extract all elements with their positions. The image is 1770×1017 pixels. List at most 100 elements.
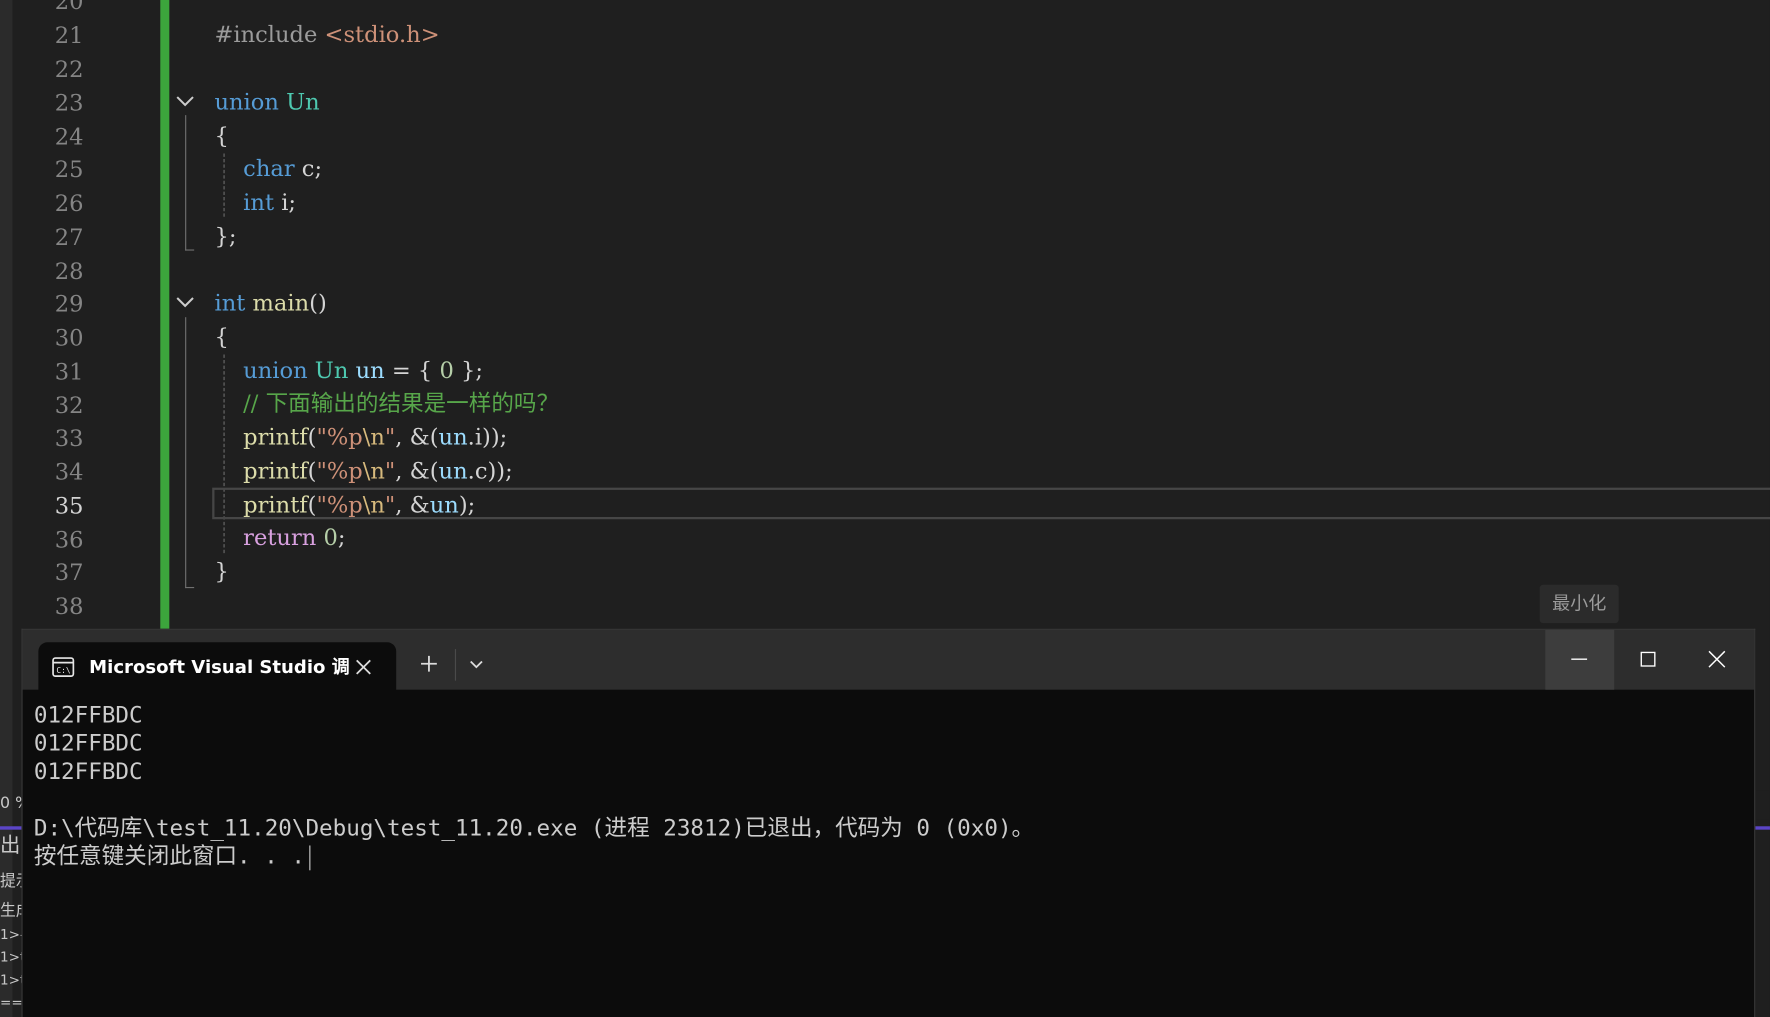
line-number: 38 xyxy=(54,592,84,620)
fold-guide xyxy=(185,115,187,251)
code-line-25: char c; xyxy=(214,151,322,185)
code-text: , & xyxy=(395,491,430,519)
code-line-21: #include <stdio.h> xyxy=(214,17,439,51)
output-text-fragment: 生成 xyxy=(0,901,23,920)
brace: { xyxy=(214,322,229,350)
line-number: 28 xyxy=(54,257,84,285)
change-tracking-bar xyxy=(160,0,170,633)
debug-console-window[interactable]: C:\ Microsoft Visual Studio 调试控 xyxy=(21,628,1756,1017)
new-tab-plus-icon[interactable] xyxy=(418,652,441,675)
string-literal: "%p xyxy=(316,423,363,451)
line-number: 20 xyxy=(54,0,84,15)
code-text: )); xyxy=(487,457,513,485)
chevron-down-icon[interactable] xyxy=(467,655,485,673)
keyword: union xyxy=(243,356,308,384)
code-text: , &( xyxy=(395,457,439,485)
code-line-37: } xyxy=(214,554,228,588)
line-number: 26 xyxy=(54,189,84,217)
escape-sequence: \n xyxy=(362,457,385,485)
function-name: main xyxy=(252,288,310,317)
code-line-33: printf("%p\n", &(un.i)); xyxy=(214,420,507,454)
line-number: 21 xyxy=(54,21,84,49)
type-name: Un xyxy=(314,356,349,384)
terminal-tab-title: Microsoft Visual Studio 调试控 xyxy=(89,655,349,678)
variable: un xyxy=(438,423,468,451)
code-text: () xyxy=(309,288,327,317)
code-text: = { xyxy=(384,356,440,384)
line-number: 24 xyxy=(54,123,84,151)
function-name: printf xyxy=(243,491,308,519)
screen: 20 21 22 23 24 25 26 27 28 29 30 31 32 3… xyxy=(0,0,1770,1017)
code-line-36: return 0; xyxy=(214,520,345,554)
code-text: i; xyxy=(274,188,297,216)
terminal-titlebar[interactable]: C:\ Microsoft Visual Studio 调试控 xyxy=(22,629,1755,691)
output-tab-fragment: 出 xyxy=(0,834,21,858)
function-name: printf xyxy=(243,423,308,451)
line-number: 25 xyxy=(54,155,84,183)
code-line-23: union Un xyxy=(214,85,319,119)
code-text: )); xyxy=(482,423,508,451)
preprocessor-directive: #include xyxy=(214,20,318,48)
keyword: int xyxy=(243,188,275,216)
prompt-text: 按任意键关闭此窗口. . . xyxy=(33,842,306,870)
variable: un xyxy=(429,491,459,519)
close-button[interactable] xyxy=(1683,630,1752,690)
brace: { xyxy=(214,121,229,150)
brace: }; xyxy=(214,222,237,250)
code-line-29: int main() xyxy=(214,286,326,320)
line-number: 32 xyxy=(54,391,84,419)
line-number: 29 xyxy=(54,290,84,318)
keyword: char xyxy=(243,154,295,182)
maximize-button[interactable] xyxy=(1614,630,1683,690)
tab-close-icon[interactable] xyxy=(352,656,375,679)
code-line-30: { xyxy=(214,319,228,353)
line-number: 22 xyxy=(54,55,84,83)
svg-text:C:\: C:\ xyxy=(56,666,71,675)
variable: un xyxy=(355,356,385,384)
code-line-34: printf("%p\n", &(un.c)); xyxy=(214,454,513,488)
output-text-fragment: 1>- xyxy=(0,926,23,943)
text-cursor xyxy=(309,844,311,870)
fold-chevron-icon[interactable] xyxy=(175,91,195,111)
escape-sequence: \n xyxy=(362,423,385,451)
control-keyword: return xyxy=(243,523,317,551)
line-number: 31 xyxy=(54,357,84,385)
code-text: .i xyxy=(467,423,483,451)
code-editor[interactable]: 20 21 22 23 24 25 26 27 28 29 30 31 32 3… xyxy=(0,0,1770,1017)
escape-sequence: \n xyxy=(362,491,385,519)
minimize-tooltip: 最小化 xyxy=(1539,584,1619,624)
code-line-31: union Un un = { 0 }; xyxy=(214,353,483,387)
output-line: 012FFBDC xyxy=(33,757,143,785)
fold-guide xyxy=(185,317,187,589)
editor-left-margin xyxy=(0,0,13,1017)
number-literal: 0 xyxy=(323,523,338,551)
brace: } xyxy=(214,557,229,585)
code-line-35: printf("%p\n", &un); xyxy=(214,488,475,522)
terminal-output[interactable]: 012FFBDC 012FFBDC 012FFBDC D:\代码库\test_1… xyxy=(34,701,1727,870)
fold-guide-end xyxy=(185,249,195,251)
keyword: int xyxy=(214,288,246,317)
zoom-level-fragment: 0 % xyxy=(0,794,23,813)
line-number: 37 xyxy=(54,558,84,586)
code-text: .c xyxy=(467,457,488,485)
line-number: 36 xyxy=(54,526,84,554)
minimize-button[interactable] xyxy=(1545,629,1615,690)
panel-accent-bar xyxy=(0,826,23,830)
code-text: ; xyxy=(337,523,346,551)
include-header: <stdio.h> xyxy=(324,20,440,48)
code-text: c; xyxy=(294,154,323,182)
terminal-tab[interactable]: C:\ Microsoft Visual Studio 调试控 xyxy=(38,642,397,691)
variable: un xyxy=(438,457,468,485)
line-number: 33 xyxy=(54,424,84,452)
code-text: , &( xyxy=(395,423,439,451)
code-line-32: // 下面输出的结果是一样的吗？ xyxy=(214,386,559,420)
line-number: 34 xyxy=(54,458,84,486)
code-text: ); xyxy=(458,491,476,519)
line-number: 23 xyxy=(54,89,84,117)
output-line: 012FFBDC xyxy=(33,700,143,729)
fold-chevron-icon[interactable] xyxy=(175,292,195,312)
close-icon xyxy=(1708,650,1726,668)
line-number: 30 xyxy=(54,323,84,352)
output-text-fragment: 提示 xyxy=(0,872,23,891)
